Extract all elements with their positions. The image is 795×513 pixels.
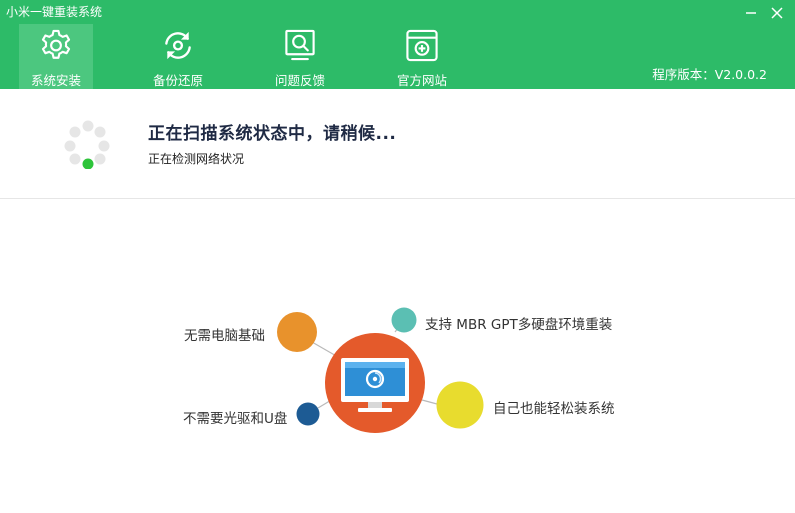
navy-bubble: [296, 402, 320, 426]
scan-title: 正在扫描系统状态中，请稍候...: [148, 124, 397, 144]
yellow-bubble: [436, 381, 484, 429]
teal-bubble: [391, 307, 417, 333]
tab-label: 官方网站: [396, 73, 447, 88]
title-bar: 小米一键重装系统 系统安装 备份还原 问题反馈 官方网站 程序版本：V2.0.0…: [0, 0, 795, 89]
minimize-icon: [746, 12, 756, 14]
website-icon: [406, 29, 438, 62]
tab-feedback[interactable]: 问题反馈: [263, 24, 337, 89]
feature-no-cd-usb: 不需要光驱和U盘: [183, 411, 288, 427]
tab-label: 系统安装: [30, 73, 81, 88]
feature-no-skill: 无需电脑基础: [184, 328, 265, 344]
minimize-button[interactable]: [740, 2, 762, 24]
feature-graphic: [277, 307, 484, 433]
version-label: 程序版本：V2.0.0.2: [652, 67, 767, 82]
feature-diagram: 无需电脑基础 支持 MBR GPT多硬盘环境重装 不需要光驱和U盘 自己也能轻松…: [0, 199, 795, 513]
loading-spinner-icon: [64, 120, 110, 169]
close-button[interactable]: [766, 2, 788, 24]
tab-system-install[interactable]: 系统安装: [19, 24, 93, 89]
tab-label: 问题反馈: [274, 73, 325, 88]
scan-panel: 正在扫描系统状态中，请稍候... 正在检测网络状况: [0, 89, 795, 199]
refresh-icon: [165, 31, 191, 60]
scan-status: 正在检测网络状况: [148, 152, 245, 166]
feature-easy-install: 自己也能轻松装系统: [493, 401, 615, 417]
tab-backup-restore[interactable]: 备份还原: [141, 24, 215, 89]
orange-bubble: [277, 312, 317, 352]
feature-mbr-gpt: 支持 MBR GPT多硬盘环境重装: [425, 317, 613, 333]
tab-label: 备份还原: [152, 73, 203, 88]
feedback-icon: [285, 29, 315, 61]
app-title: 小米一键重装系统: [6, 5, 103, 19]
close-icon: [771, 7, 783, 19]
tab-official-website[interactable]: 官方网站: [385, 24, 459, 89]
gear-icon: [41, 29, 71, 59]
